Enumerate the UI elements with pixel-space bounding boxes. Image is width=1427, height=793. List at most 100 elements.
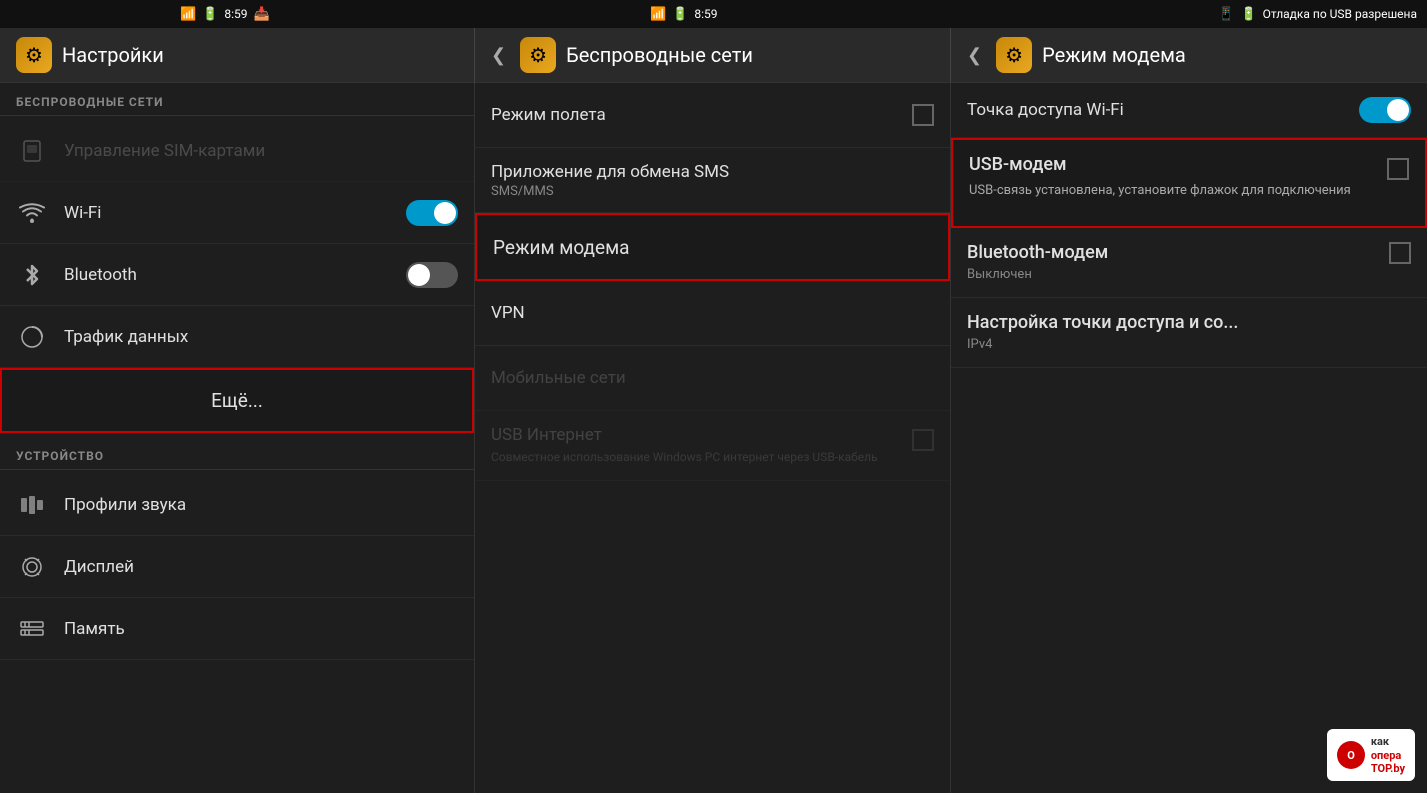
wifi-ap-item[interactable]: Точка доступа Wi-Fi: [951, 83, 1427, 138]
display-item[interactable]: Дисплей: [0, 536, 474, 598]
bluetooth-modem-subtitle: Выключен: [967, 267, 1377, 282]
display-content: Дисплей: [64, 557, 458, 577]
wireless-divider: [0, 115, 474, 116]
modem-mode-panel: Точка доступа Wi-Fi USB-модем USB-связь …: [951, 83, 1427, 793]
main-content: БЕСПРОВОДНЫЕ СЕТИ Управление SIM-картами: [0, 83, 1427, 793]
vpn-item[interactable]: VPN: [475, 281, 950, 346]
bluetooth-content: Bluetooth: [64, 265, 406, 285]
panel3-back-arrow[interactable]: ❮: [967, 45, 982, 66]
vpn-content: VPN: [491, 303, 934, 323]
sound-title: Профили звука: [64, 495, 458, 515]
bluetooth-toggle-switch[interactable]: [406, 262, 458, 288]
wifi-status-icon-2: 📶: [650, 7, 666, 22]
wifi-ap-title: Точка доступа Wi-Fi: [967, 100, 1124, 120]
memory-item[interactable]: Память: [0, 598, 474, 660]
data-traffic-item[interactable]: Трафик данных: [0, 306, 474, 368]
usb-internet-title: USB Интернет: [491, 425, 912, 445]
more-title: Ещё...: [211, 389, 263, 412]
usb-modem-item[interactable]: USB-модем USB-связь установлена, установ…: [951, 138, 1427, 228]
bluetooth-status-icon: 📱: [1218, 7, 1234, 22]
usb-modem-checkbox[interactable]: [1387, 158, 1409, 180]
usb-internet-item: USB Интернет Совместное использование Wi…: [475, 411, 950, 481]
bluetooth-modem-item[interactable]: Bluetooth-модем Выключен: [951, 228, 1427, 298]
data-content: Трафик данных: [64, 327, 458, 347]
memory-title: Память: [64, 619, 458, 639]
sms-subtitle: SMS/MMS: [491, 184, 934, 199]
bluetooth-icon: [16, 259, 48, 291]
wifi-ap-toggle[interactable]: [1359, 97, 1411, 123]
data-title: Трафик данных: [64, 327, 458, 347]
mobile-content: Мобильные сети: [491, 368, 934, 388]
wifi-title: Wi-Fi: [64, 203, 406, 223]
usb-internet-subtitle: Совместное использование Windows PC инте…: [491, 449, 912, 466]
modem-title: Режим модема: [493, 236, 932, 259]
modem-gear-icon: ⚙: [996, 37, 1032, 73]
watermark-text: как опера ТОР.by: [1371, 735, 1405, 775]
sim-content: Управление SIM-картами: [64, 141, 458, 161]
more-content: Ещё...: [18, 389, 456, 412]
modem-mode-item[interactable]: Режим модема: [475, 213, 950, 281]
bluetooth-modem-content: Bluetooth-модем Выключен: [967, 242, 1377, 282]
battery-icon-3: 🔋: [1240, 7, 1256, 22]
panel2-back-arrow[interactable]: ❮: [491, 45, 506, 66]
usb-internet-checkbox: [912, 429, 934, 451]
watermark-line1: как: [1371, 735, 1405, 748]
time-display-1: 8:59: [224, 7, 247, 21]
usb-modem-content: USB-модем USB-связь установлена, установ…: [969, 154, 1375, 201]
bluetooth-modem-title: Bluetooth-модем: [967, 242, 1377, 263]
watermark: O как опера ТОР.by: [1327, 729, 1415, 781]
usb-internet-checkbox-box: [912, 429, 934, 451]
usb-modem-checkbox-box[interactable]: [1387, 158, 1409, 180]
sms-title: Приложение для обмена SMS: [491, 162, 934, 182]
display-title: Дисплей: [64, 557, 458, 577]
vpn-title: VPN: [491, 303, 934, 323]
sms-app-item[interactable]: Приложение для обмена SMS SMS/MMS: [475, 148, 950, 213]
wifi-toggle-switch[interactable]: [406, 200, 458, 226]
display-icon: [16, 551, 48, 583]
panel2-title: Беспроводные сети: [566, 43, 753, 67]
configure-ap-item[interactable]: Настройка точки доступа и со... IPv4: [951, 298, 1427, 368]
sim-icon: [16, 135, 48, 167]
wifi-icon: [16, 197, 48, 229]
more-item[interactable]: Ещё...: [0, 368, 474, 433]
wireless-section-header: БЕСПРОВОДНЫЕ СЕТИ: [0, 83, 474, 115]
download-icon: 📥: [254, 7, 270, 22]
battery-icon-2: 🔋: [672, 7, 688, 22]
airplane-content: Режим полета: [491, 105, 912, 125]
memory-content: Память: [64, 619, 458, 639]
panel2-titlebar: ❮ ⚙ Беспроводные сети: [475, 28, 951, 83]
configure-ap-title: Настройка точки доступа и со...: [967, 312, 1411, 333]
panel1-title: Настройки: [62, 43, 164, 67]
battery-icon-1: 🔋: [202, 7, 218, 22]
usb-modem-title: USB-модем: [969, 154, 1375, 175]
bluetooth-title: Bluetooth: [64, 265, 406, 285]
bluetooth-modem-checkbox[interactable]: [1389, 242, 1411, 264]
settings-panel: БЕСПРОВОДНЫЕ СЕТИ Управление SIM-картами: [0, 83, 475, 793]
wireless-gear-icon: ⚙: [520, 37, 556, 73]
wifi-item[interactable]: Wi-Fi: [0, 182, 474, 244]
wifi-toggle[interactable]: [406, 200, 458, 226]
bluetooth-toggle[interactable]: [406, 262, 458, 288]
mobile-networks-item: Мобильные сети: [475, 346, 950, 411]
settings-gear-icon: ⚙: [16, 37, 52, 73]
watermark-line3: ТОР.by: [1371, 762, 1405, 775]
airplane-checkbox[interactable]: [912, 104, 934, 126]
configure-ap-content: Настройка точки доступа и со... IPv4: [967, 312, 1411, 352]
panel1-titlebar: ⚙ Настройки: [0, 28, 475, 83]
wifi-ap-toggle-knob: [1387, 99, 1409, 121]
device-divider: [0, 469, 474, 470]
airplane-checkbox-box[interactable]: [912, 104, 934, 126]
usb-internet-content: USB Интернет Совместное использование Wi…: [491, 425, 912, 466]
bluetooth-modem-checkbox-box[interactable]: [1389, 242, 1411, 264]
airplane-mode-item[interactable]: Режим полета: [475, 83, 950, 148]
usb-debug-text: Отладка по USB разрешена: [1263, 7, 1417, 21]
sound-content: Профили звука: [64, 495, 458, 515]
bluetooth-item[interactable]: Bluetooth: [0, 244, 474, 306]
sound-profiles-item[interactable]: Профили звука: [0, 474, 474, 536]
svg-text:O: O: [1347, 749, 1355, 762]
bluetooth-toggle-knob: [408, 264, 430, 286]
sms-content: Приложение для обмена SMS SMS/MMS: [491, 162, 934, 199]
configure-ap-subtitle: IPv4: [967, 337, 1411, 352]
mobile-title: Мобильные сети: [491, 368, 934, 388]
usb-modem-subtitle: USB-связь установлена, установите флажок…: [969, 181, 1375, 201]
